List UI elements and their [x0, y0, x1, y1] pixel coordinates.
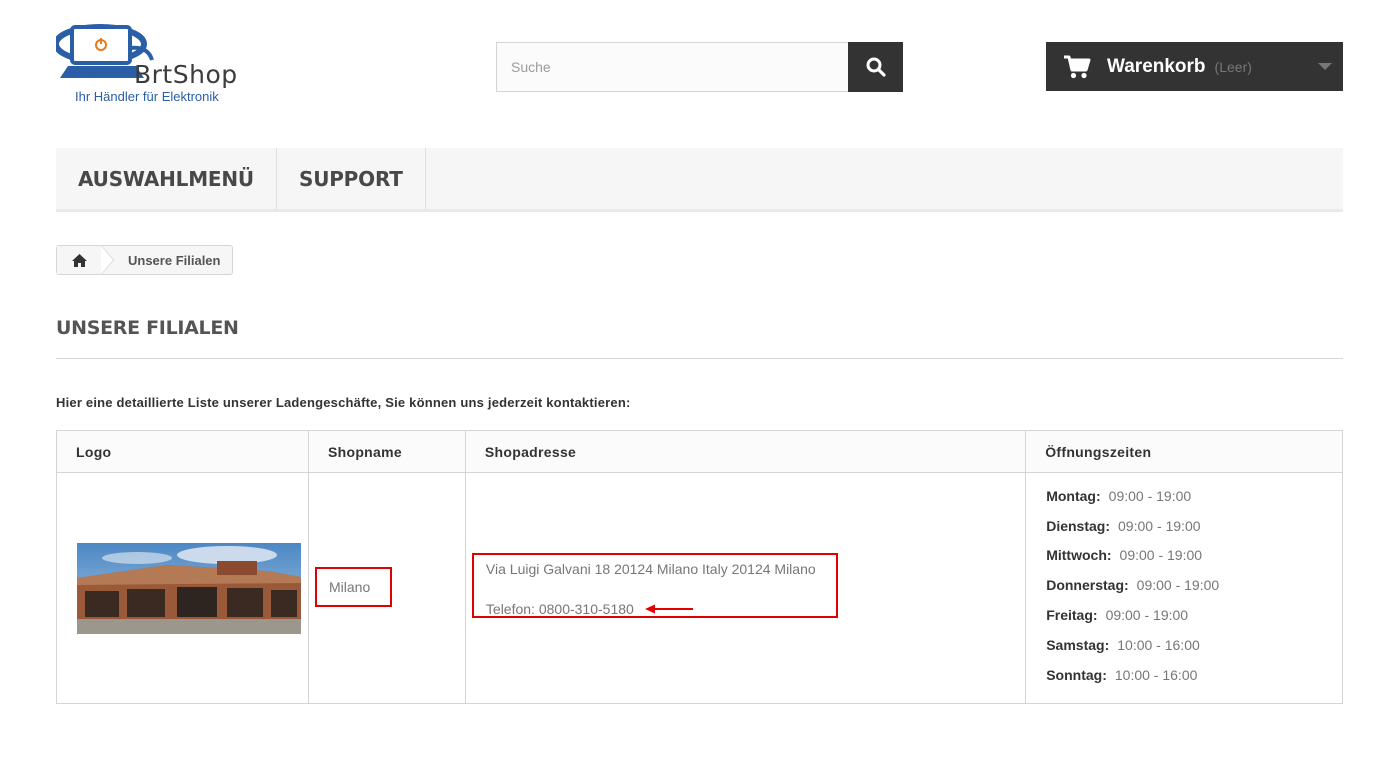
hours-row-saturday: Samstag: 10:00 - 16:00 — [1046, 630, 1322, 660]
hours-time: 10:00 - 16:00 — [1117, 636, 1200, 653]
table-header-row: Logo Shopname Shopadresse Öffnungszeiten — [56, 430, 1343, 473]
hours-day: Dienstag: — [1046, 517, 1111, 534]
breadcrumb-current: Unsere Filialen — [128, 252, 221, 268]
hours-row-thursday: Donnerstag: 09:00 - 19:00 — [1046, 570, 1322, 600]
store-name: Milano — [314, 567, 392, 607]
hours-time: 09:00 - 19:00 — [1136, 577, 1220, 594]
hours-time: 09:00 - 19:00 — [1105, 607, 1189, 624]
hours-day: Sonntag: — [1046, 666, 1107, 683]
hours-time: 10:00 - 16:00 — [1114, 666, 1198, 683]
hours-row-friday: Freitag: 09:00 - 19:00 — [1046, 600, 1322, 630]
main-nav: AUSWAHLMENÜ SUPPORT — [56, 148, 1343, 212]
divider — [56, 358, 1343, 359]
column-header-logo: Logo — [56, 430, 309, 473]
column-header-hours: Öffnungszeiten — [1025, 430, 1343, 473]
hours-row-monday: Montag: 09:00 - 19:00 — [1046, 481, 1322, 511]
hours-time: 09:00 - 19:00 — [1119, 547, 1203, 564]
hours-row-tuesday: Dienstag: 09:00 - 19:00 — [1046, 511, 1322, 541]
shopping-cart-icon — [1064, 55, 1091, 78]
chevron-down-icon[interactable] — [1318, 63, 1332, 70]
breadcrumb-home[interactable] — [57, 245, 114, 275]
brand-name: BrtShop — [134, 60, 238, 89]
cart-status: (Leer) — [1214, 58, 1252, 75]
store-photo — [77, 542, 301, 634]
nav-item-support[interactable]: SUPPORT — [277, 148, 426, 209]
search-bar — [496, 42, 903, 92]
hours-time: 09:00 - 19:00 — [1118, 517, 1201, 534]
search-icon — [866, 57, 886, 77]
nav-item-auswahlmenu[interactable]: AUSWAHLMENÜ — [56, 148, 277, 209]
brand-tagline: Ihr Händler für Elektronik — [75, 89, 219, 104]
breadcrumb-separator-inner — [101, 246, 113, 274]
phone-row: Telefon: 0800-310-5180 — [486, 600, 836, 618]
hours-row-wednesday: Mittwoch: 09:00 - 19:00 — [1046, 541, 1322, 571]
hours-day: Montag: — [1046, 487, 1101, 504]
cart-label: Warenkorb — [1107, 55, 1206, 77]
hours-day: Samstag: — [1046, 636, 1110, 653]
store-name-cell: Milano — [307, 472, 466, 704]
hours-day: Freitag: — [1046, 607, 1098, 624]
table-row: Milano Via Luigi Galvani 18 20124 Milano… — [56, 472, 1343, 704]
stores-table: Logo Shopname Shopadresse Öffnungszeiten — [56, 430, 1343, 704]
search-button[interactable] — [848, 42, 903, 92]
hours-day: Donnerstag: — [1046, 577, 1129, 594]
hours-time: 09:00 - 19:00 — [1108, 487, 1192, 504]
breadcrumb: Unsere Filialen — [56, 245, 234, 275]
search-input[interactable] — [496, 42, 848, 92]
column-header-shopaddress: Shopadresse — [464, 430, 1027, 473]
brand-logo[interactable]: BrtShop Ihr Händler für Elektronik — [56, 22, 256, 108]
home-icon — [71, 253, 87, 267]
store-phone: Telefon: 0800-310-5180 — [485, 601, 634, 617]
intro-text: Hier eine detaillierte Liste unserer Lad… — [56, 395, 631, 410]
store-logo-cell — [56, 472, 309, 704]
column-header-shopname: Shopname — [307, 430, 466, 473]
store-address: Via Luigi Galvani 18 20124 Milano Italy … — [485, 561, 816, 577]
cart-button[interactable]: Warenkorb (Leer) — [1046, 42, 1343, 91]
hours-day: Mittwoch: — [1046, 547, 1112, 564]
page-title: UNSERE FILIALEN — [56, 317, 239, 339]
store-hours-cell: Montag: 09:00 - 19:00 Dienstag: 09:00 - … — [1025, 472, 1343, 704]
hours-row-sunday: Sonntag: 10:00 - 16:00 — [1046, 660, 1322, 690]
store-address-cell: Via Luigi Galvani 18 20124 Milano Italy … — [464, 472, 1027, 704]
address-highlight: Via Luigi Galvani 18 20124 Milano Italy … — [471, 553, 838, 618]
arrow-left-icon — [644, 604, 693, 614]
